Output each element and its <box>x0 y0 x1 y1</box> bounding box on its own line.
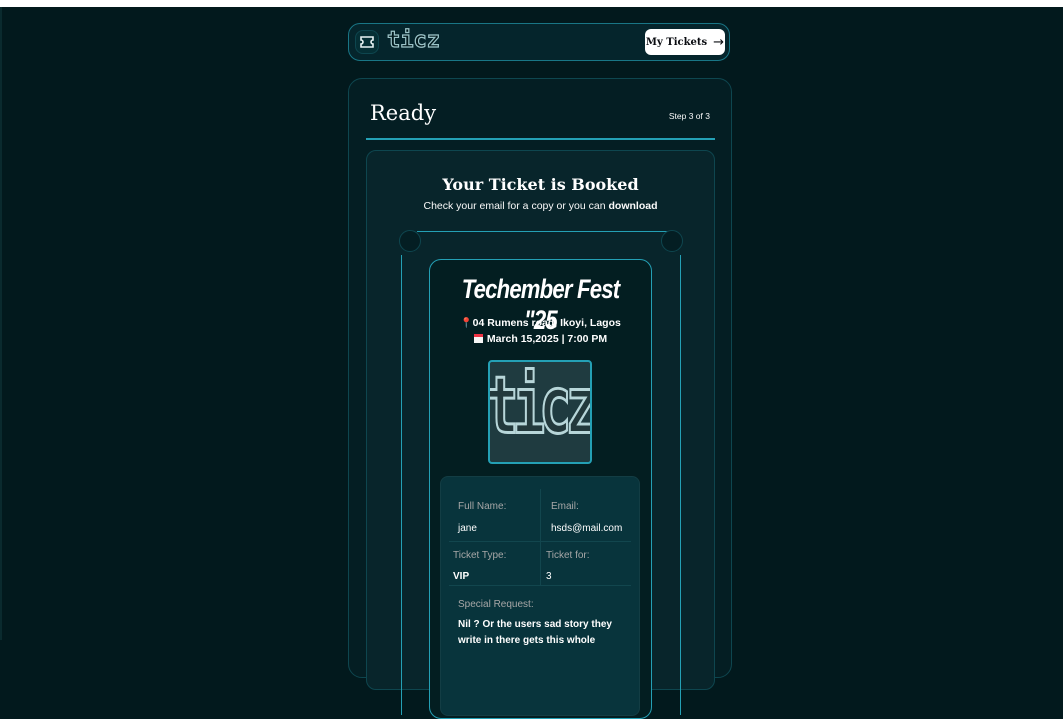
ticket-logo-icon[interactable] <box>355 30 379 54</box>
event-date: March 15,2025 | 7:00 PM <box>430 333 651 345</box>
details-divider-h1 <box>449 541 631 542</box>
special-request-value: Nil ? Or the users sad story they write … <box>458 619 612 646</box>
ticket-for-value: 3 <box>546 571 552 582</box>
event-location: 📍04 Rumens road, Ikoyi, Lagos <box>430 317 651 329</box>
location-pin-icon: 📍 <box>460 318 473 329</box>
ticket-side-left <box>401 255 402 715</box>
event-location-text: 04 Rumens road, Ikoyi, Lagos <box>472 317 621 329</box>
browser-top-strip <box>0 0 1063 7</box>
calendar-icon <box>473 334 483 343</box>
attendee-avatar: ticz <box>488 360 592 464</box>
ticket-notch-right <box>661 230 683 252</box>
booked-subtitle: Check your email for a copy or you can d… <box>367 200 714 212</box>
ticket-top-border <box>417 231 671 232</box>
ticket-notch-left <box>399 230 421 252</box>
avatar-image-text: ticz <box>488 360 592 453</box>
my-tickets-label: My Tickets <box>645 36 708 48</box>
booking-card: Ready Step 3 of 3 Your Ticket is Booked … <box>348 78 732 719</box>
email-value: hsds@mail.com <box>551 523 623 534</box>
details-divider-v1 <box>540 489 541 545</box>
booked-subtitle-text: Check your email for a copy or you can <box>423 200 609 212</box>
step-title: Ready <box>370 101 437 125</box>
step-count: Step 3 of 3 <box>668 111 710 121</box>
app-header: ticz My Tickets → <box>348 23 730 61</box>
ticket-card: Techember Fest "25 📍04 Rumens road, Ikoy… <box>429 259 652 719</box>
email-label: Email: <box>551 501 579 512</box>
ticket-details: Full Name: jane Email: hsds@mail.com Tic… <box>440 476 640 716</box>
full-name-label: Full Name: <box>458 501 507 512</box>
full-name-value: jane <box>458 523 477 534</box>
ticket-section: Your Ticket is Booked Check your email f… <box>366 150 715 719</box>
ticket-frame: Techember Fest "25 📍04 Rumens road, Ikoy… <box>399 230 683 719</box>
download-link[interactable]: download <box>609 200 658 212</box>
special-request-label: Special Request: <box>458 599 534 610</box>
logo-text[interactable]: ticz <box>386 27 440 53</box>
ticket-for-label: Ticket for: <box>546 550 590 561</box>
my-tickets-button[interactable]: My Tickets → <box>645 29 725 55</box>
ticket-type-label: Ticket Type: <box>453 550 507 561</box>
details-divider-v2 <box>540 545 541 585</box>
event-date-text: March 15,2025 | 7:00 PM <box>486 333 608 345</box>
ticket-side-right <box>680 255 681 715</box>
details-divider-h2 <box>449 585 631 586</box>
ticket-type-value: VIP <box>453 571 470 582</box>
progress-bar <box>366 138 715 140</box>
window-left-edge <box>0 7 2 640</box>
arrow-right-icon: → <box>713 34 725 50</box>
booked-title: Your Ticket is Booked <box>442 175 639 194</box>
